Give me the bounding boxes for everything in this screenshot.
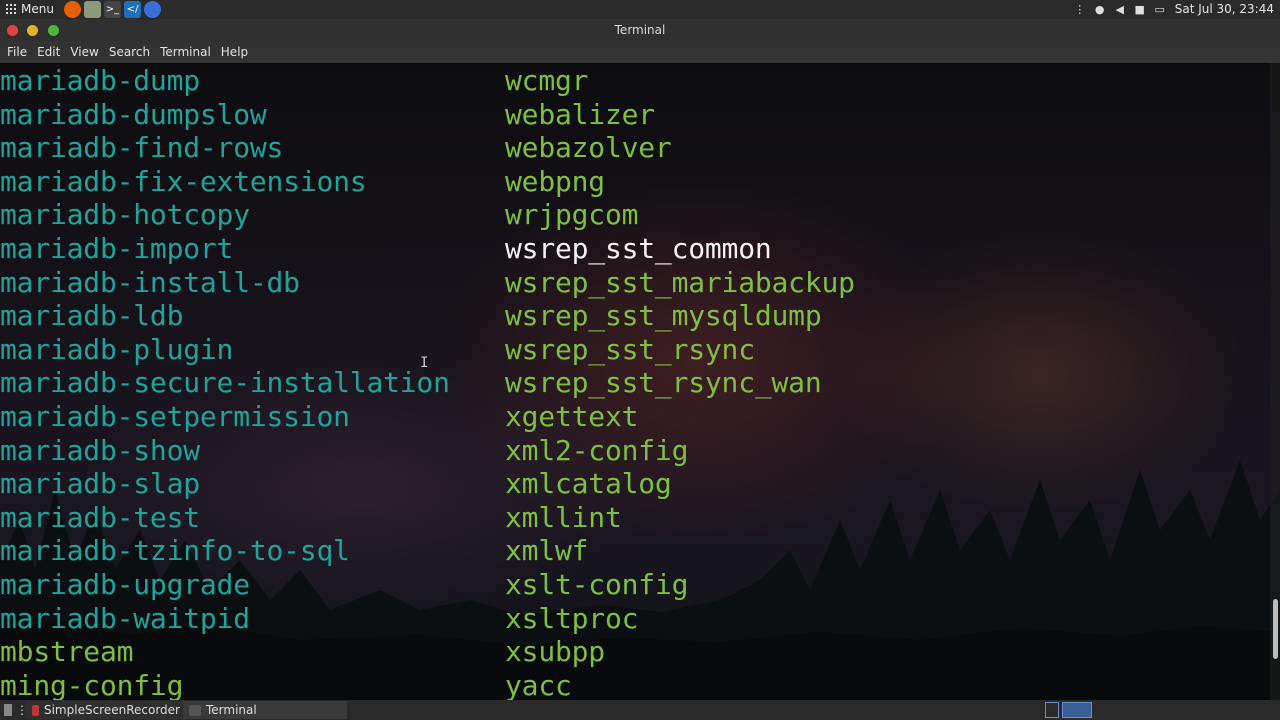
menu-edit[interactable]: Edit <box>32 41 65 63</box>
grid-icon <box>6 4 16 14</box>
text-cursor-icon: I <box>420 355 429 371</box>
camera-icon[interactable]: ■ <box>1133 2 1147 16</box>
right-entry: xmllint <box>505 500 622 534</box>
right-entry: yacc <box>505 668 572 700</box>
menu-file[interactable]: File <box>2 41 32 63</box>
microphone-icon[interactable]: ● <box>1093 2 1107 16</box>
workspace-1[interactable] <box>1045 702 1059 718</box>
browser-icon[interactable] <box>144 1 161 18</box>
right-entry: wsrep_sst_mysqldump <box>505 299 822 333</box>
menu-terminal[interactable]: Terminal <box>155 41 216 63</box>
app-menu-label: Menu <box>21 2 54 16</box>
left-entry: mariadb-slap <box>0 467 200 501</box>
show-desktop-icon[interactable] <box>4 704 12 716</box>
scrollbar-thumb[interactable] <box>1273 599 1278 659</box>
right-entry: wcmgr <box>505 64 589 97</box>
top-panel: Menu >_ </ ⋮ ● ◀ ■ ▭ Sat Jul 30, 23:44 <box>0 0 1280 19</box>
left-entry: mariadb-waitpid <box>0 601 250 635</box>
terminal-icon <box>189 704 201 716</box>
right-entry: wsrep_sst_rsync_wan <box>505 366 822 400</box>
right-column: wcmgr webalizer webazolver webpng wrjpgcom ws… <box>505 64 855 700</box>
left-entry: mbstream <box>0 635 134 669</box>
left-entry: mariadb-show <box>0 433 200 467</box>
workspace-2[interactable] <box>1062 702 1092 718</box>
right-entry: xmlwf <box>505 534 589 568</box>
left-entry: mariadb-tzinfo-to-sql <box>0 534 350 568</box>
right-entry: webpng <box>505 164 605 198</box>
right-entry: webalizer <box>505 97 655 131</box>
menu-help[interactable]: Help <box>216 41 253 63</box>
taskbar-item-label: SimpleScreenRecorder <box>43 703 180 717</box>
right-entry: xsltproc <box>505 601 639 635</box>
left-entry: mariadb-setpermission <box>0 399 350 433</box>
right-entry: xml2-config <box>505 433 689 467</box>
right-entry: wrjpgcom <box>505 198 639 232</box>
window-title: Terminal <box>614 23 666 37</box>
scrollbar[interactable] <box>1270 63 1280 700</box>
taskbar: ⋮ SimpleScreenRecorder Terminal <box>0 700 1280 720</box>
left-entry: mariadb-import <box>0 231 234 265</box>
left-entry: mariadb-plugin <box>0 332 234 366</box>
volume-icon[interactable]: ◀ <box>1113 2 1127 16</box>
menu-search[interactable]: Search <box>104 41 155 63</box>
right-entry: xslt-config <box>505 567 689 601</box>
left-entry: mariadb-hotcopy <box>0 198 250 232</box>
more-icon[interactable]: ⋮ <box>1073 2 1087 16</box>
taskbar-item-terminal[interactable]: Terminal <box>183 701 347 719</box>
left-entry: mariadb-fix-extensions <box>0 164 367 198</box>
left-entry: mariadb-ldb <box>0 299 184 333</box>
right-entry: xgettext <box>505 399 639 433</box>
app-menu-button[interactable]: Menu <box>6 2 54 16</box>
right-entry: wsrep_sst_common <box>505 231 772 265</box>
right-entry: xmlcatalog <box>505 467 672 501</box>
menu-view[interactable]: View <box>65 41 103 63</box>
terminal-output[interactable]: mariadb-dump mariadb-dumpslow mariadb-find… <box>0 63 1280 700</box>
taskbar-item-label: Terminal <box>206 703 257 717</box>
right-entry: wsrep_sst_rsync <box>505 332 755 366</box>
menubar: File Edit View Search Terminal Help <box>0 41 1280 63</box>
network-icon[interactable]: ▭ <box>1153 2 1167 16</box>
right-entry: wsrep_sst_mariabackup <box>505 265 855 299</box>
left-entry: mariadb-upgrade <box>0 567 250 601</box>
left-entry: ming-config <box>0 668 184 700</box>
window-titlebar[interactable]: Terminal <box>0 19 1280 41</box>
taskbar-item-screenrecorder[interactable]: SimpleScreenRecorder <box>26 701 186 719</box>
left-entry: mariadb-dumpslow <box>0 97 267 131</box>
record-icon <box>32 704 39 716</box>
right-entry: xsubpp <box>505 635 605 669</box>
terminal-launcher-icon[interactable]: >_ <box>104 1 121 18</box>
left-entry: mariadb-install-db <box>0 265 300 299</box>
vscode-icon[interactable]: </ <box>124 1 141 18</box>
file-manager-icon[interactable] <box>84 1 101 18</box>
left-column: mariadb-dump mariadb-dumpslow mariadb-find… <box>0 64 450 700</box>
clock[interactable]: Sat Jul 30, 23:44 <box>1175 2 1274 16</box>
left-entry: mariadb-secure-installation <box>0 366 450 400</box>
left-entry: mariadb-find-rows <box>0 131 284 165</box>
left-entry: mariadb-test <box>0 500 200 534</box>
left-entry: mariadb-dump <box>0 64 200 97</box>
firefox-icon[interactable] <box>64 1 81 18</box>
right-entry: webazolver <box>505 131 672 165</box>
